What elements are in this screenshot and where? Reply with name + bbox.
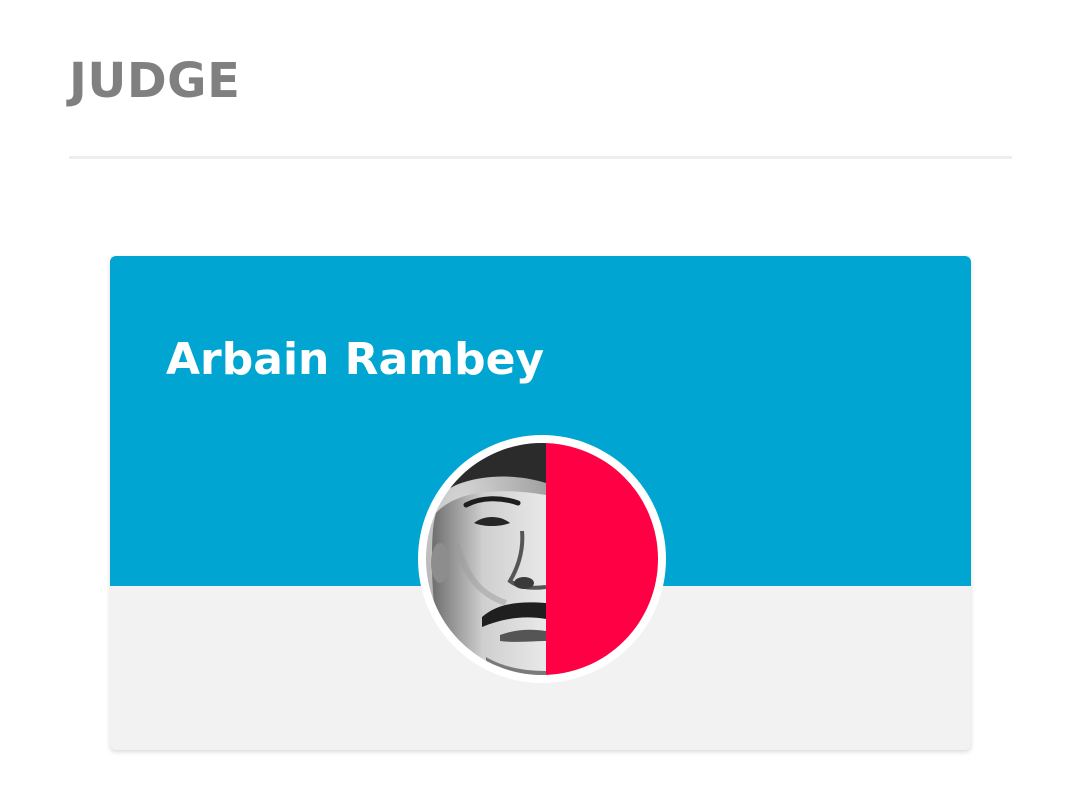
- divider: [69, 156, 1012, 159]
- judge-card[interactable]: Arbain Rambey: [110, 256, 971, 750]
- judge-avatar[interactable]: [418, 435, 666, 683]
- section-heading: JUDGE: [69, 53, 241, 109]
- judge-name[interactable]: Arbain Rambey: [166, 334, 544, 386]
- avatar-photo: [426, 443, 658, 675]
